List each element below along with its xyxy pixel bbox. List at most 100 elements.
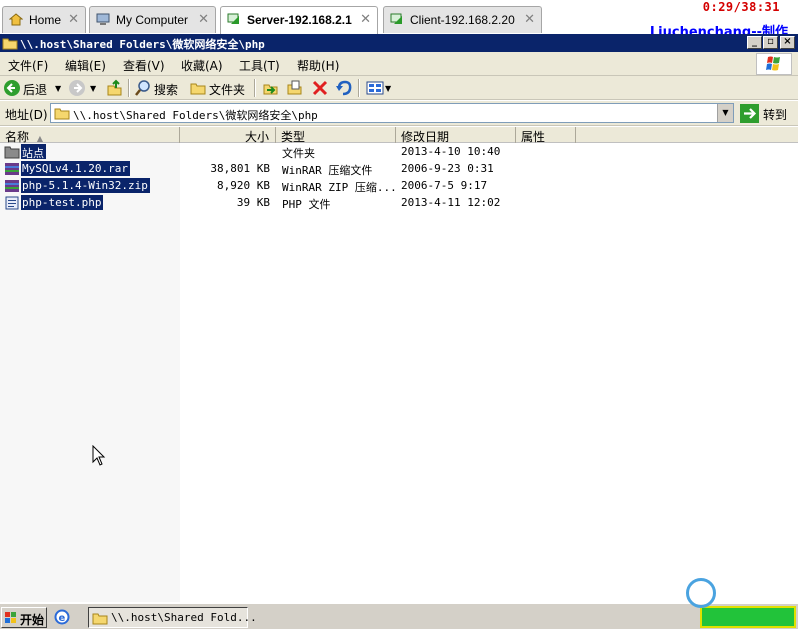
close-icon[interactable]: ✕: [198, 11, 209, 27]
rar-icon: [5, 163, 19, 175]
taskbar-window-label: \\.host\Shared Fold...: [111, 611, 257, 624]
folders-icon[interactable]: [189, 79, 207, 97]
list-item[interactable]: 站点 文件夹 2013-4-10 10:40: [0, 144, 798, 161]
vm-tab-strip: Home ✕ My Computer ✕ Server-192.168.2.1 …: [0, 0, 798, 40]
system-tray: [700, 606, 796, 628]
column-headers: 名称 ▲ 大小 类型 修改日期 属性: [0, 127, 798, 144]
mouse-cursor-icon: [92, 445, 106, 466]
tab-server[interactable]: Server-192.168.2.1 ✕: [220, 6, 378, 34]
menu-favorites[interactable]: 收藏(A): [181, 57, 223, 74]
folders-button[interactable]: 文件夹: [209, 81, 245, 98]
toolbar: 后退 ▼ ▼ 搜索 文件夹 ▼: [0, 76, 798, 100]
file-size: 39 KB: [236, 196, 270, 209]
folder-icon: [4, 146, 20, 159]
list-item[interactable]: php-test.php 39 KB PHP 文件 2013-4-11 12:0…: [0, 195, 798, 212]
menu-edit[interactable]: 编辑(E): [65, 57, 106, 74]
tab-label: My Computer: [116, 13, 189, 27]
column-type[interactable]: 类型: [276, 127, 396, 144]
menu-view[interactable]: 查看(V): [123, 57, 165, 74]
search-icon[interactable]: [134, 79, 152, 97]
column-size[interactable]: 大小: [180, 127, 276, 144]
list-item[interactable]: MySQLv4.1.20.rar 38,801 KB WinRAR 压缩文件 2…: [0, 161, 798, 178]
chevron-down-icon[interactable]: ▼: [385, 84, 391, 93]
go-button[interactable]: 转到: [740, 104, 792, 123]
file-size: 38,801 KB: [210, 162, 270, 175]
site-logo-icon: [686, 578, 716, 608]
file-name[interactable]: MySQLv4.1.20.rar: [21, 161, 130, 176]
chevron-down-icon[interactable]: ▼: [90, 84, 96, 93]
tab-home[interactable]: Home ✕: [2, 6, 86, 33]
copy-to-icon[interactable]: [286, 79, 304, 97]
file-name[interactable]: php-test.php: [21, 195, 104, 210]
menu-file[interactable]: 文件(F): [8, 57, 48, 74]
tab-my-computer[interactable]: My Computer ✕: [89, 6, 216, 33]
folder-icon: [54, 108, 70, 120]
start-label: 开始: [20, 613, 45, 627]
back-arrow-icon[interactable]: [3, 79, 21, 97]
start-button[interactable]: 开始: [1, 607, 47, 628]
windows-logo-icon: [756, 53, 792, 75]
menu-help[interactable]: 帮助(H): [297, 57, 339, 74]
folder-icon: [2, 38, 18, 50]
go-arrow-icon: [740, 104, 759, 123]
file-name[interactable]: php-5.1.4-Win32.zip: [21, 178, 150, 193]
close-button[interactable]: ×: [780, 36, 795, 49]
tab-label: Home: [29, 13, 62, 27]
php-file-icon: [5, 196, 19, 210]
taskbar-window-button[interactable]: \\.host\Shared Fold...: [88, 607, 257, 628]
tab-label: Client-192.168.2.20: [410, 13, 515, 27]
file-modified: 2013-4-11 12:02: [401, 196, 501, 209]
address-bar: 地址(D) \\.host\Shared Folders\微软网络安全\php …: [0, 101, 798, 126]
internet-explorer-icon[interactable]: e: [54, 609, 70, 625]
column-name[interactable]: 名称 ▲: [0, 127, 180, 144]
vm-icon: [390, 13, 402, 24]
window-title: \\.host\Shared Folders\微软网络安全\php: [20, 38, 265, 51]
vm-icon: [227, 13, 239, 24]
close-icon[interactable]: ✕: [68, 11, 79, 27]
folder-icon: [92, 613, 108, 625]
toolbar-separator: [128, 79, 130, 97]
undo-icon[interactable]: [335, 79, 353, 97]
file-modified: 2013-4-10 10:40: [401, 145, 501, 158]
address-field[interactable]: \\.host\Shared Folders\微软网络安全\php ▼: [50, 103, 734, 123]
back-button[interactable]: 后退: [23, 81, 47, 98]
move-to-icon[interactable]: [262, 79, 280, 97]
file-modified: 2006-7-5 9:17: [401, 179, 488, 192]
close-icon[interactable]: ✕: [360, 11, 371, 27]
close-icon[interactable]: ✕: [524, 11, 535, 27]
file-list: 名称 ▲ 大小 类型 修改日期 属性 站点 文件夹 2013-4-10 10:4…: [0, 127, 798, 602]
toolbar-separator: [254, 79, 256, 97]
file-type: WinRAR 压缩文件: [282, 164, 373, 177]
restore-button[interactable]: ▫: [763, 36, 778, 49]
file-type: WinRAR ZIP 压缩...: [282, 181, 397, 194]
windows-flag-icon: [5, 612, 16, 623]
go-label: 转到: [763, 108, 788, 122]
chevron-down-icon[interactable]: ▼: [717, 104, 733, 122]
file-name[interactable]: 站点: [21, 144, 46, 160]
chevron-down-icon[interactable]: ▼: [55, 84, 61, 93]
address-label: 地址(D): [5, 108, 48, 122]
column-modified[interactable]: 修改日期: [396, 127, 516, 144]
forward-arrow-icon[interactable]: [68, 79, 86, 97]
tab-label: Server-192.168.2.1: [247, 13, 352, 27]
views-icon[interactable]: [366, 79, 384, 97]
file-type: PHP 文件: [282, 198, 331, 211]
computer-icon: [96, 13, 110, 25]
tab-client[interactable]: Client-192.168.2.20 ✕: [383, 6, 542, 33]
window-titlebar: \\.host\Shared Folders\微软网络安全\php _ ▫ ×: [0, 34, 798, 52]
toolbar-separator: [358, 79, 360, 97]
minimize-button[interactable]: _: [747, 36, 762, 49]
file-size: 8,920 KB: [217, 179, 270, 192]
zip-icon: [5, 180, 19, 192]
sort-ascending-icon: ▲: [36, 134, 43, 143]
address-input[interactable]: \\.host\Shared Folders\微软网络安全\php: [73, 107, 318, 123]
search-button[interactable]: 搜索: [154, 81, 178, 98]
up-folder-icon[interactable]: [105, 79, 123, 97]
column-attributes[interactable]: 属性: [516, 127, 576, 144]
menu-tools[interactable]: 工具(T): [239, 57, 280, 74]
file-modified: 2006-9-23 0:31: [401, 162, 494, 175]
delete-icon[interactable]: [311, 79, 329, 97]
file-type: 文件夹: [282, 147, 315, 160]
list-item[interactable]: php-5.1.4-Win32.zip 8,920 KB WinRAR ZIP …: [0, 178, 798, 195]
menu-bar: 文件(F) 编辑(E) 查看(V) 收藏(A) 工具(T) 帮助(H): [0, 52, 798, 76]
